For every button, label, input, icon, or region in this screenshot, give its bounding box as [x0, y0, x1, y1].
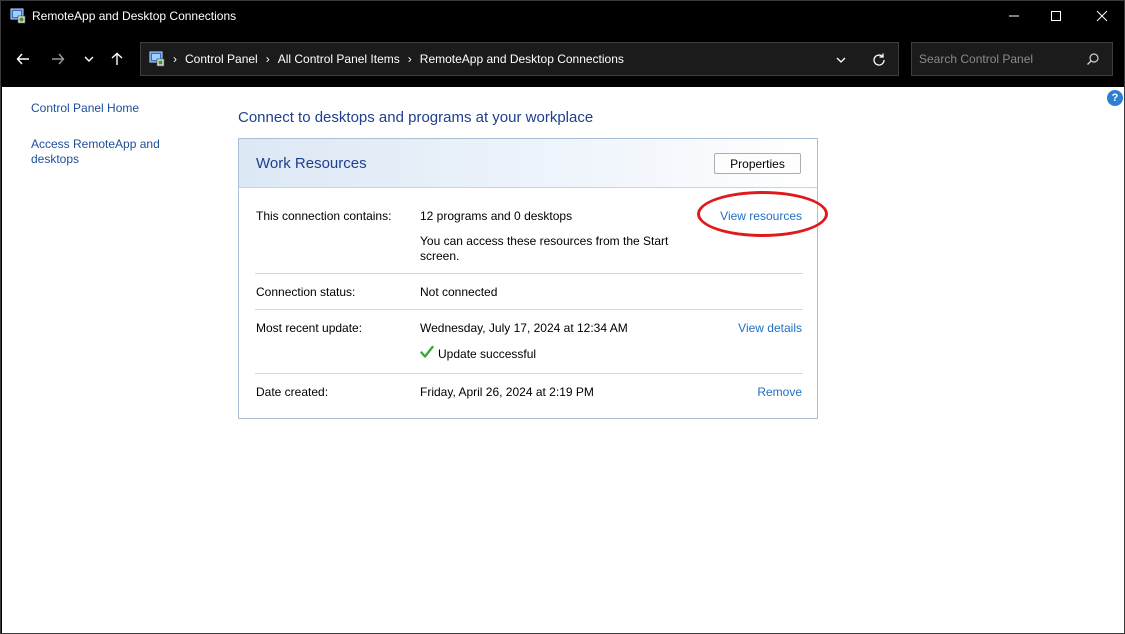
row-label: Connection status: [256, 285, 356, 299]
row-recent-update: Most recent update: Wednesday, July 17, … [256, 321, 802, 366]
breadcrumb-remoteapp[interactable]: RemoteApp and Desktop Connections [420, 52, 624, 66]
row-value: 12 programs and 0 desktops [420, 209, 573, 223]
chevron-down-icon[interactable] [833, 52, 849, 68]
row-note: You can access these resources from the … [420, 234, 669, 263]
search-icon[interactable] [1086, 52, 1100, 66]
row-connection-status: Connection status: Not connected [256, 285, 802, 305]
maximize-button[interactable] [1033, 1, 1079, 31]
row-label: Date created: [256, 385, 329, 399]
up-button[interactable] [104, 47, 130, 71]
minimize-icon [1009, 15, 1019, 17]
minimize-button[interactable] [991, 1, 1037, 31]
chevron-right-icon: › [265, 52, 270, 66]
breadcrumb: › Control Panel › All Control Panel Item… [169, 52, 624, 66]
address-bar[interactable]: › Control Panel › All Control Panel Item… [140, 42, 899, 76]
properties-button[interactable]: Properties [714, 153, 801, 174]
update-status: Update successful [438, 347, 537, 361]
search-input[interactable] [919, 51, 1079, 67]
row-label: Most recent update: [256, 321, 363, 335]
app-window: RemoteApp and Desktop Connections › Cont… [0, 0, 1125, 634]
divider [255, 309, 803, 310]
chevron-right-icon: › [173, 52, 177, 66]
remove-link[interactable]: Remove [757, 385, 802, 399]
row-connection-contents: This connection contains: 12 programs an… [256, 209, 802, 269]
row-date-created: Date created: Friday, April 26, 2024 at … [256, 385, 802, 405]
back-arrow-icon [16, 53, 29, 65]
breadcrumb-all-items[interactable]: All Control Panel Items [278, 52, 400, 66]
divider [255, 273, 803, 274]
forward-arrow-icon [52, 53, 65, 65]
panel-title: Work Resources [256, 155, 367, 172]
maximize-icon [1051, 11, 1061, 21]
chevron-right-icon: › [407, 52, 412, 66]
window-title: RemoteApp and Desktop Connections [32, 9, 237, 23]
refresh-icon[interactable] [871, 52, 887, 68]
recent-dropdown-icon [84, 56, 94, 62]
page-title: Connect to desktops and programs at your… [238, 109, 594, 126]
sidebar: Control Panel Home Access RemoteApp and … [31, 101, 201, 188]
search-box[interactable] [911, 42, 1113, 76]
view-resources-link[interactable]: View resources [720, 209, 802, 223]
sidebar-item-control-panel-home[interactable]: Control Panel Home [31, 101, 201, 116]
close-button[interactable] [1079, 1, 1125, 31]
back-button[interactable] [10, 47, 36, 71]
remoteapp-icon [10, 8, 26, 24]
forward-button[interactable] [45, 47, 71, 71]
panel-header: Work Resources Properties [239, 139, 817, 188]
navigation-bar: › Control Panel › All Control Panel Item… [1, 31, 1124, 87]
view-details-link[interactable]: View details [738, 321, 802, 335]
content-area: Control Panel Home Access RemoteApp and … [2, 87, 1124, 633]
control-panel-icon [149, 51, 165, 67]
title-bar: RemoteApp and Desktop Connections [1, 1, 1124, 31]
checkmark-icon [420, 345, 434, 358]
row-value: Friday, April 26, 2024 at 2:19 PM [420, 385, 594, 399]
recent-locations-button[interactable] [76, 47, 102, 71]
row-value: Wednesday, July 17, 2024 at 12:34 AM [420, 321, 628, 335]
row-value: Not connected [420, 285, 498, 299]
row-label: This connection contains: [256, 209, 392, 223]
close-icon [1096, 10, 1108, 22]
work-resources-panel: Work Resources Properties This connectio… [238, 138, 818, 419]
help-icon[interactable]: ? [1107, 90, 1123, 106]
up-arrow-icon [111, 52, 123, 65]
divider [255, 373, 803, 374]
sidebar-item-access-remoteapp[interactable]: Access RemoteApp and desktops [31, 137, 201, 167]
breadcrumb-control-panel[interactable]: Control Panel [185, 52, 258, 66]
